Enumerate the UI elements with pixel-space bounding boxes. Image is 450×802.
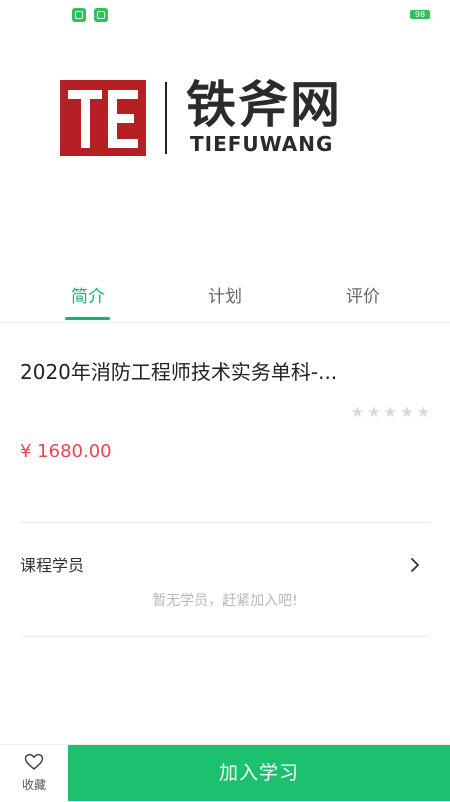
notification-icon bbox=[72, 8, 86, 22]
course-price: ¥ 1680.00 bbox=[20, 441, 112, 462]
notification-icon bbox=[94, 8, 108, 22]
logo-name-cn: 铁斧网 bbox=[186, 76, 342, 134]
favorite-button[interactable]: 收藏 bbox=[0, 745, 68, 801]
tab-reviews[interactable]: 评价 bbox=[323, 282, 403, 307]
star-icon: ★ bbox=[383, 403, 398, 421]
divider bbox=[20, 636, 430, 637]
rating-stars: ★ ★ ★ ★ ★ bbox=[348, 402, 430, 421]
bottom-action-bar: 收藏 加入学习 bbox=[0, 744, 450, 801]
logo-divider bbox=[165, 82, 167, 154]
favorite-label: 收藏 bbox=[21, 778, 46, 792]
course-tabs: 简介 计划 评价 bbox=[0, 270, 450, 323]
star-icon: ★ bbox=[416, 403, 430, 421]
tiefuwang-logo-icon bbox=[60, 80, 146, 156]
heart-icon bbox=[24, 753, 44, 770]
tab-intro[interactable]: 简介 bbox=[48, 282, 128, 307]
students-section-title: 课程学员 bbox=[20, 556, 85, 575]
divider bbox=[20, 522, 430, 523]
chevron-right-icon[interactable] bbox=[408, 556, 422, 574]
logo-name-en: TIEFUWANG bbox=[190, 132, 334, 156]
tab-plan[interactable]: 计划 bbox=[185, 282, 265, 307]
status-bar: 98 bbox=[0, 0, 450, 30]
battery-icon: 98 bbox=[410, 10, 430, 19]
course-title: 2020年消防工程师技术实务单科-... bbox=[20, 360, 338, 384]
star-icon: ★ bbox=[400, 403, 414, 421]
students-empty-message: 暂无学员，赶紧加入吧! bbox=[152, 593, 298, 609]
active-tab-indicator bbox=[65, 317, 110, 320]
star-icon: ★ bbox=[350, 403, 365, 421]
join-study-button[interactable]: 加入学习 bbox=[68, 745, 450, 801]
star-icon: ★ bbox=[367, 403, 381, 421]
